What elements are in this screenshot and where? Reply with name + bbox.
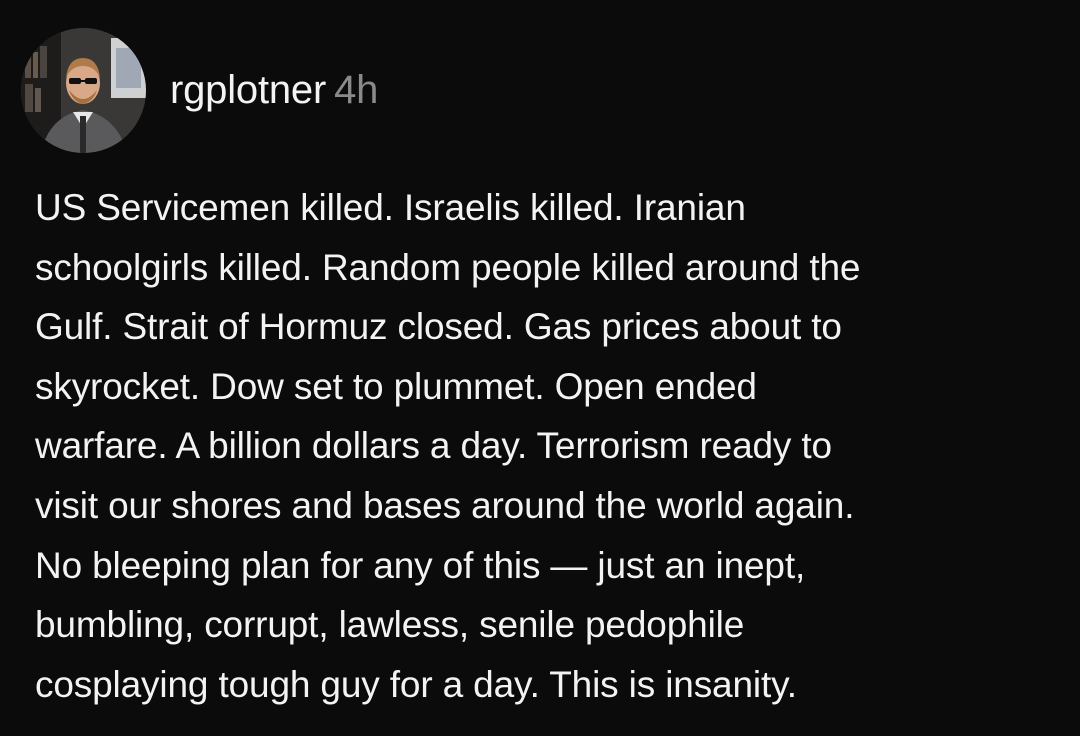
post-body-line: cosplaying tough guy for a day. This is … <box>35 663 797 705</box>
avatar-image <box>21 28 146 153</box>
post-header: rgplotner 4h <box>170 66 378 114</box>
post-body-line: Gulf. Strait of Hormuz closed. Gas price… <box>35 306 842 348</box>
username[interactable]: rgplotner <box>170 68 326 112</box>
post-body: US Servicemen killed. Israelis killed. I… <box>35 178 1045 714</box>
post-body-line: schoolgirls killed. Random people killed… <box>35 246 861 288</box>
post-body-line: No bleeping plan for any of this — just … <box>35 544 806 586</box>
post-body-line: warfare. A billion dollars a day. Terror… <box>35 425 832 467</box>
post-body-line: visit our shores and bases around the wo… <box>35 484 855 526</box>
post-body-line: bumbling, corrupt, lawless, senile pedop… <box>35 604 745 646</box>
timestamp: 4h <box>334 68 379 112</box>
post: rgplotner 4h US Servicemen killed. Israel… <box>0 0 1080 736</box>
avatar[interactable] <box>21 28 146 153</box>
post-body-line: skyrocket. Dow set to plummet. Open ende… <box>35 365 757 407</box>
post-body-line: US Servicemen killed. Israelis killed. I… <box>35 187 746 228</box>
